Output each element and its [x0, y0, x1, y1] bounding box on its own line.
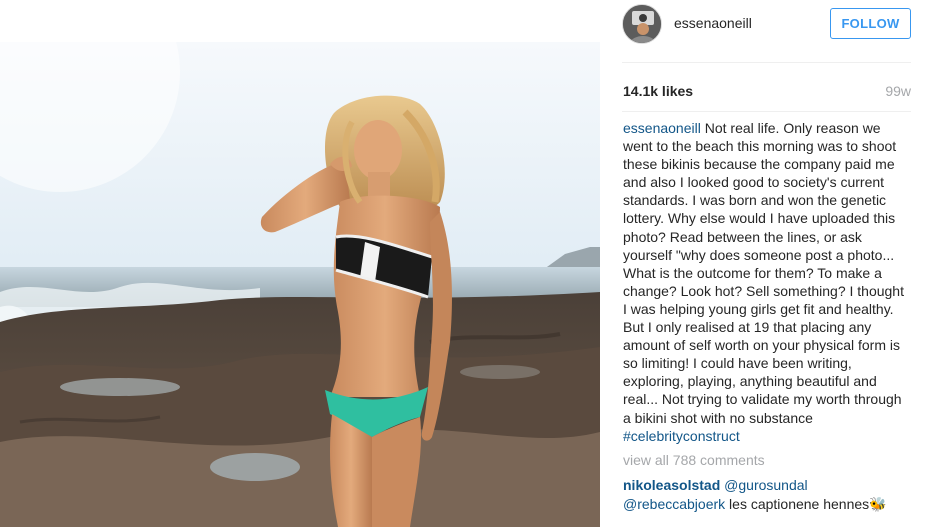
avatar-image [623, 5, 661, 43]
likes-divider [622, 111, 911, 112]
post-caption: essenaoneill Not real life. Only reason … [623, 119, 911, 445]
header-divider [622, 62, 911, 63]
beach-photo-illustration [0, 42, 600, 527]
caption-hashtag[interactable]: #celebrityconstruct [623, 428, 740, 444]
comment-mention[interactable]: @gurosundal [724, 477, 808, 493]
comment-author[interactable]: nikoleasolstad [623, 477, 720, 493]
caption-author[interactable]: essenaoneill [623, 120, 701, 136]
comment-text: les captionene hennes [725, 495, 870, 512]
post-username[interactable]: essenaoneill [674, 15, 752, 31]
likes-count[interactable]: 14.1k likes [623, 83, 693, 99]
comment-item: nikoleasolstad @gurosundal @rebeccabjoer… [623, 476, 911, 513]
post-header: essenaoneill FOLLOW [600, 0, 931, 62]
instagram-post: essenaoneill FOLLOW 14.1k likes 99w esse… [0, 0, 931, 527]
post-side-panel: essenaoneill FOLLOW 14.1k likes 99w esse… [600, 0, 931, 527]
follow-button[interactable]: FOLLOW [830, 8, 911, 39]
post-photo[interactable] [0, 42, 600, 527]
view-all-comments-link[interactable]: view all 788 comments [623, 452, 765, 468]
caption-text: Not real life. Only reason we went to th… [623, 120, 904, 426]
bee-emoji-icon: 🐝 [869, 495, 887, 512]
post-age[interactable]: 99w [885, 83, 911, 99]
comment-mention[interactable]: @rebeccabjoerk [623, 496, 725, 512]
profile-avatar[interactable] [622, 4, 662, 44]
